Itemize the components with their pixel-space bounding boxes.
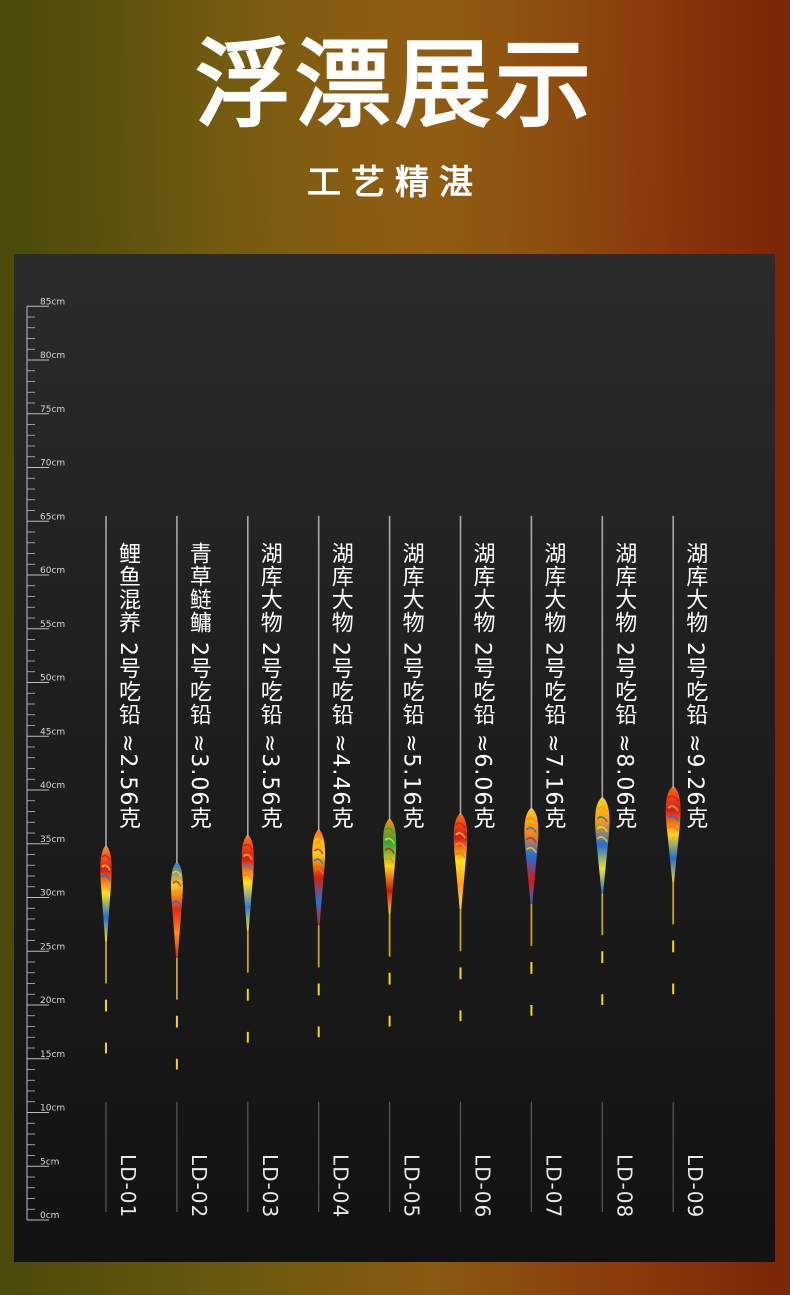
float-model-label: LD-03 bbox=[257, 1154, 282, 1219]
float-description: 湖库大物 2号吃铅 ≈6.06克 bbox=[469, 542, 495, 830]
float-description: 湖库大物 2号吃铅 ≈3.56克 bbox=[256, 542, 282, 830]
float-1 bbox=[100, 515, 112, 1212]
float-description: 湖库大物 2号吃铅 ≈9.26克 bbox=[682, 542, 708, 830]
float-description: 湖库大物 2号吃铅 ≈8.06克 bbox=[611, 542, 637, 830]
float-9 bbox=[665, 515, 681, 1212]
float-model-label: LD-08 bbox=[612, 1154, 637, 1219]
float-7 bbox=[524, 515, 539, 1212]
float-model-label: LD-01 bbox=[116, 1154, 140, 1219]
float-description: 湖库大物 2号吃铅 ≈4.46克 bbox=[327, 542, 353, 830]
page-title: 浮漂展示 bbox=[195, 29, 595, 141]
float-5 bbox=[383, 515, 397, 1212]
float-model-label: LD-02 bbox=[186, 1154, 211, 1219]
float-description: 鲤鱼混养 2号吃铅 ≈2.56克 bbox=[115, 542, 140, 830]
float-model-label: LD-04 bbox=[328, 1154, 353, 1219]
float-2 bbox=[170, 515, 183, 1212]
float-description: 青草鲢鳙 2号吃铅 ≈3.06克 bbox=[185, 542, 211, 830]
float-display-panel: 85cm 80cm 75cm 70cm 65cm 60cm 55cm 50cm 45cm 40cm… bbox=[14, 254, 775, 1262]
float-model-label: LD-06 bbox=[470, 1154, 495, 1219]
float-description: 湖库大物 2号吃铅 ≈5.16克 bbox=[398, 542, 424, 830]
float-8 bbox=[595, 515, 610, 1212]
float-description: 湖库大物 2号吃铅 ≈7.16克 bbox=[540, 542, 566, 830]
page-subtitle: 工艺精湛 bbox=[307, 163, 483, 203]
float-6 bbox=[453, 515, 468, 1212]
float-model-label: LD-09 bbox=[683, 1154, 708, 1219]
float-model-label: LD-05 bbox=[399, 1154, 424, 1219]
float-model-label: LD-07 bbox=[541, 1154, 566, 1219]
float-4 bbox=[312, 515, 326, 1212]
float-3 bbox=[241, 515, 254, 1212]
